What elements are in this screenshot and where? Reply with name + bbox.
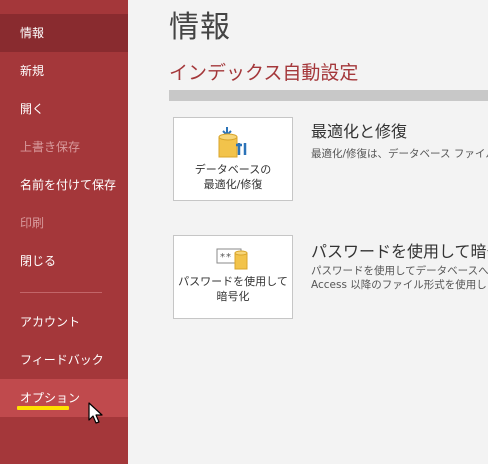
sidebar-item-options[interactable]: オプション bbox=[0, 379, 128, 417]
sidebar-item-print: 印刷 bbox=[0, 204, 128, 242]
svg-text:*: * bbox=[226, 252, 231, 263]
encrypt-password-title: パスワードを使用して暗号 bbox=[311, 242, 488, 261]
compact-repair-label: データベースの 最適化/修復 bbox=[194, 163, 272, 191]
encrypt-description-line2: Access 以降のファイル形式を使用し bbox=[311, 279, 487, 291]
sidebar-item-account[interactable]: アカウント bbox=[0, 303, 128, 341]
sidebar-item-open[interactable]: 開く bbox=[0, 90, 128, 128]
svg-text:*: * bbox=[220, 252, 225, 263]
sidebar-item-feedback[interactable]: フィードバック bbox=[0, 341, 128, 379]
sidebar-item-label: アカウント bbox=[20, 315, 81, 329]
compact-repair-title: 最適化と修復 bbox=[311, 122, 408, 141]
encrypt-password-button[interactable]: * * パスワードを使用して 暗号化 bbox=[173, 235, 293, 319]
sidebar-item-label: オプション bbox=[20, 391, 81, 405]
compact-repair-description: 最適化/修復は、データベース ファイル bbox=[311, 148, 488, 160]
backstage-sidebar: 情報 新規 開く 上書き保存 名前を付けて保存 印刷 閉じる アカウント フィー… bbox=[0, 0, 128, 464]
sidebar-item-label: 開く bbox=[20, 102, 45, 116]
sidebar-item-label: 印刷 bbox=[20, 216, 45, 230]
database-tools-icon bbox=[218, 127, 247, 158]
sidebar-item-label: 名前を付けて保存 bbox=[20, 178, 117, 192]
sidebar-item-new[interactable]: 新規 bbox=[0, 52, 128, 90]
sidebar-item-label: フィードバック bbox=[20, 353, 104, 367]
sidebar-item-close[interactable]: 閉じる bbox=[0, 242, 128, 280]
page-title: 情報 bbox=[169, 10, 231, 45]
sidebar-item-label: 上書き保存 bbox=[20, 140, 81, 154]
password-database-icon: * * bbox=[216, 248, 248, 270]
compact-repair-button[interactable]: データベースの 最適化/修復 bbox=[173, 117, 293, 201]
sidebar-item-label: 情報 bbox=[20, 26, 45, 40]
progress-bar bbox=[169, 90, 488, 101]
sidebar-divider bbox=[20, 292, 102, 293]
sidebar-item-info[interactable]: 情報 bbox=[0, 14, 128, 52]
encrypt-password-label: パスワードを使用して 暗号化 bbox=[178, 275, 288, 303]
highlight-underline bbox=[17, 406, 69, 410]
section-title: インデックス自動設定 bbox=[169, 62, 359, 84]
backstage-main: 情報 インデックス自動設定 データベースの 最適化/修復 最適化と修復 最適化/… bbox=[128, 0, 488, 464]
sidebar-item-save: 上書き保存 bbox=[0, 128, 128, 166]
sidebar-item-label: 新規 bbox=[20, 64, 45, 78]
mouse-pointer-icon bbox=[88, 402, 103, 424]
sidebar-item-label: 閉じる bbox=[20, 254, 57, 268]
sidebar-item-save-as[interactable]: 名前を付けて保存 bbox=[0, 166, 128, 204]
encrypt-description-line1: パスワードを使用してデータベースへのア bbox=[311, 265, 488, 277]
